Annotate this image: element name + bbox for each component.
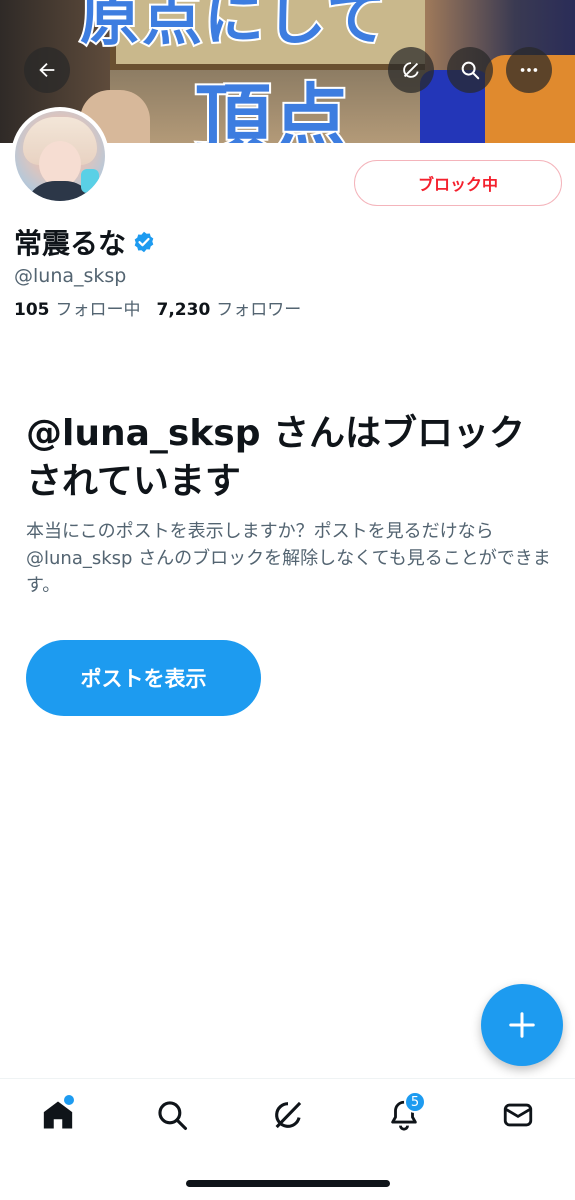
blocked-notice-description: 本当にこのポストを表示しますか？ポストを見るだけなら @luna_sksp さん… xyxy=(26,521,551,596)
more-horizontal-icon xyxy=(520,68,538,72)
verified-badge-icon[interactable] xyxy=(132,230,156,254)
followers-count: 7,230 xyxy=(156,300,211,320)
tab-search[interactable] xyxy=(142,1093,202,1137)
search-icon xyxy=(461,61,480,80)
tab-home[interactable] xyxy=(28,1093,88,1137)
banner-text-top: 原点にして xyxy=(78,0,389,56)
home-indicator xyxy=(186,1180,390,1187)
compose-button[interactable] xyxy=(481,984,563,1066)
view-posts-button[interactable]: ポストを表示 xyxy=(26,640,261,716)
plus-icon xyxy=(509,1012,535,1038)
avatar[interactable] xyxy=(11,107,109,205)
blocked-notice-title: @luna_sksp さんはブロックされています xyxy=(26,413,525,502)
tab-messages[interactable] xyxy=(488,1093,548,1137)
back-button[interactable] xyxy=(24,47,70,93)
unread-dot xyxy=(64,1095,74,1105)
display-name: 常震るな xyxy=(14,227,127,260)
search-button[interactable] xyxy=(447,47,493,93)
notification-count-badge: 5 xyxy=(404,1091,426,1113)
following-label: フォロー中 xyxy=(55,300,141,320)
followers-label: フォロワー xyxy=(216,300,302,320)
follow-stats: 105 フォロー中 7,230 フォロワー xyxy=(14,295,301,320)
more-button[interactable] xyxy=(506,47,552,93)
grok-icon xyxy=(275,1101,302,1129)
grok-button[interactable] xyxy=(388,47,434,93)
following-link[interactable]: 105 フォロー中 xyxy=(14,295,141,320)
search-icon xyxy=(158,1101,188,1131)
following-count: 105 xyxy=(14,300,50,320)
name-row: 常震るな xyxy=(14,222,156,262)
user-handle: @luna_sksp xyxy=(14,265,127,287)
avatar-image xyxy=(15,111,105,201)
tab-notifications[interactable]: 5 xyxy=(374,1091,434,1137)
banner-text-bottom: 頂点 xyxy=(193,73,351,143)
envelope-icon xyxy=(503,1103,533,1127)
blocked-button[interactable]: ブロック中 xyxy=(354,160,562,206)
followers-link[interactable]: 7,230 フォロワー xyxy=(157,295,302,320)
avatar-shape xyxy=(81,169,99,193)
tab-grok[interactable] xyxy=(258,1093,318,1137)
arrow-left-icon xyxy=(39,62,55,78)
grok-icon xyxy=(403,62,419,78)
